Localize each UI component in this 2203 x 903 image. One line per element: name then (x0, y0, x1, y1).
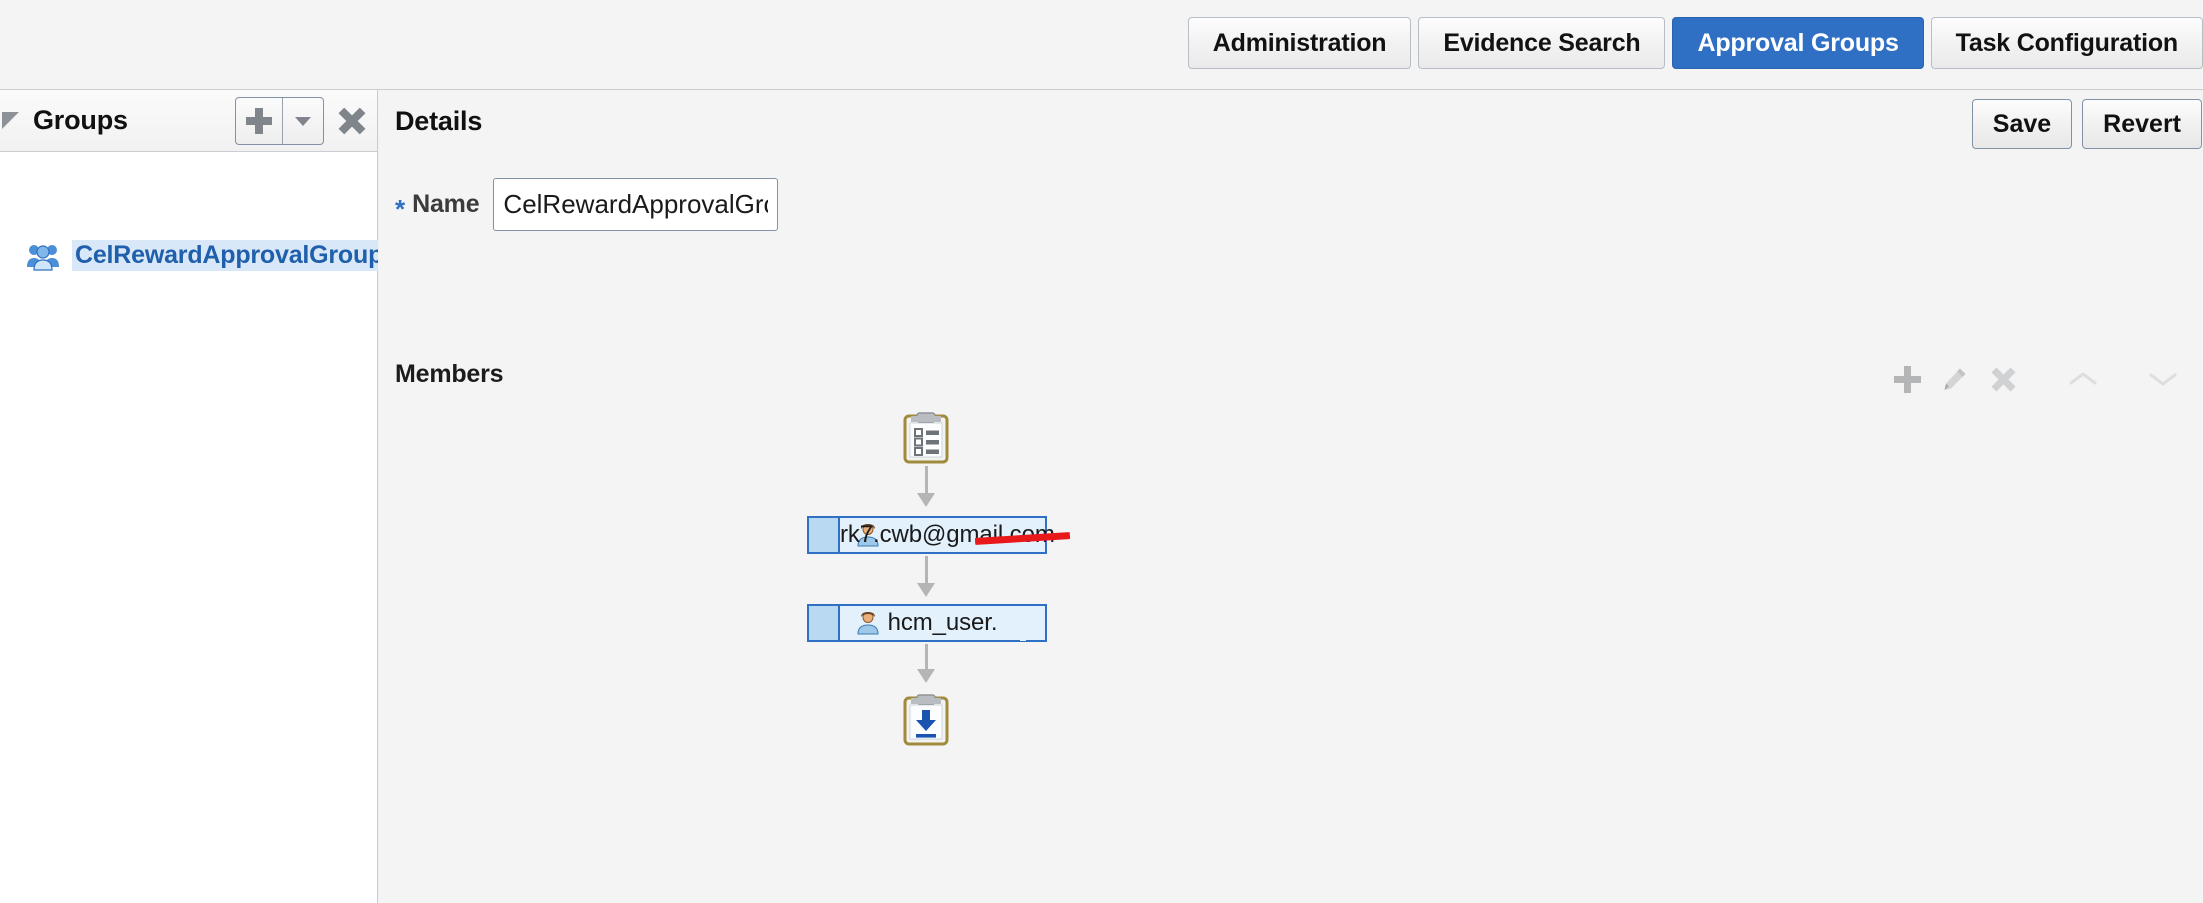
tab-approval-groups[interactable]: Approval Groups (1672, 17, 1924, 69)
top-tab-bar: Administration Evidence Search Approval … (0, 0, 2203, 90)
move-down-icon[interactable] (2139, 355, 2187, 403)
groups-sidebar-header: Groups (0, 90, 377, 152)
list-item[interactable]: CelRewardApprovalGroup (0, 236, 387, 275)
members-label: Members (395, 360, 504, 388)
clipboard-list-icon (899, 410, 953, 464)
chevron-down-icon (295, 116, 311, 126)
member-node-label: hcm_user. (887, 609, 998, 636)
tab-task-configuration[interactable]: Task Configuration (1930, 17, 2203, 69)
tab-strip: Administration Evidence Search Approval … (1187, 17, 2203, 69)
add-group-menu-button[interactable] (282, 98, 323, 144)
flow-arrow (917, 466, 935, 507)
name-input[interactable] (493, 178, 779, 231)
member-node-handle[interactable] (809, 518, 840, 552)
members-toolbar (1883, 355, 2187, 403)
triangle-collapse-icon[interactable] (2, 112, 19, 129)
details-actions: Save Revert (1971, 99, 2202, 149)
add-group-button[interactable] (236, 98, 282, 144)
tab-administration[interactable]: Administration (1187, 17, 1412, 69)
delete-group-button[interactable] (337, 106, 367, 136)
name-field-row: * Name (395, 178, 779, 231)
delete-member-icon[interactable] (1979, 355, 2027, 403)
save-button[interactable]: Save (1971, 99, 2073, 149)
member-node[interactable]: rk7.cwb@gmail.com (807, 516, 1071, 554)
add-member-icon[interactable] (1883, 355, 1931, 403)
groups-toolbar (235, 97, 367, 145)
move-up-icon[interactable] (2059, 355, 2107, 403)
member-node-body[interactable]: rk7.cwb@gmail.com (840, 518, 1071, 552)
details-panel: Details Save Revert * Name Members (379, 90, 2203, 903)
groups-panel-title: Groups (33, 105, 128, 135)
member-node-body[interactable]: hcm_user. (840, 606, 1045, 641)
approval-groups-page: Administration Evidence Search Approval … (0, 0, 2203, 903)
edit-member-icon[interactable] (1931, 355, 1979, 403)
members-flow-diagram: rk7.cwb@gmail.com hcm_user. (379, 410, 2203, 850)
add-group-split-button[interactable] (235, 97, 324, 145)
sidebar-item-label: CelRewardApprovalGroup (72, 240, 387, 271)
groups-list: CelRewardApprovalGroup (0, 152, 387, 275)
name-label: Name (412, 190, 480, 218)
tab-evidence-search[interactable]: Evidence Search (1418, 17, 1666, 69)
page-title: Details (395, 106, 483, 136)
flow-arrow (917, 556, 935, 597)
revert-button[interactable]: Revert (2082, 99, 2202, 149)
plus-icon (246, 108, 272, 134)
groups-sidebar: Groups CelRewardApprovalGroup (0, 90, 387, 903)
flow-arrow (917, 644, 935, 683)
member-node[interactable]: hcm_user. (807, 604, 1047, 642)
clipboard-download-icon (899, 692, 953, 746)
group-users-icon (27, 244, 59, 271)
required-marker: * (395, 193, 406, 224)
member-node-handle[interactable] (809, 606, 840, 640)
